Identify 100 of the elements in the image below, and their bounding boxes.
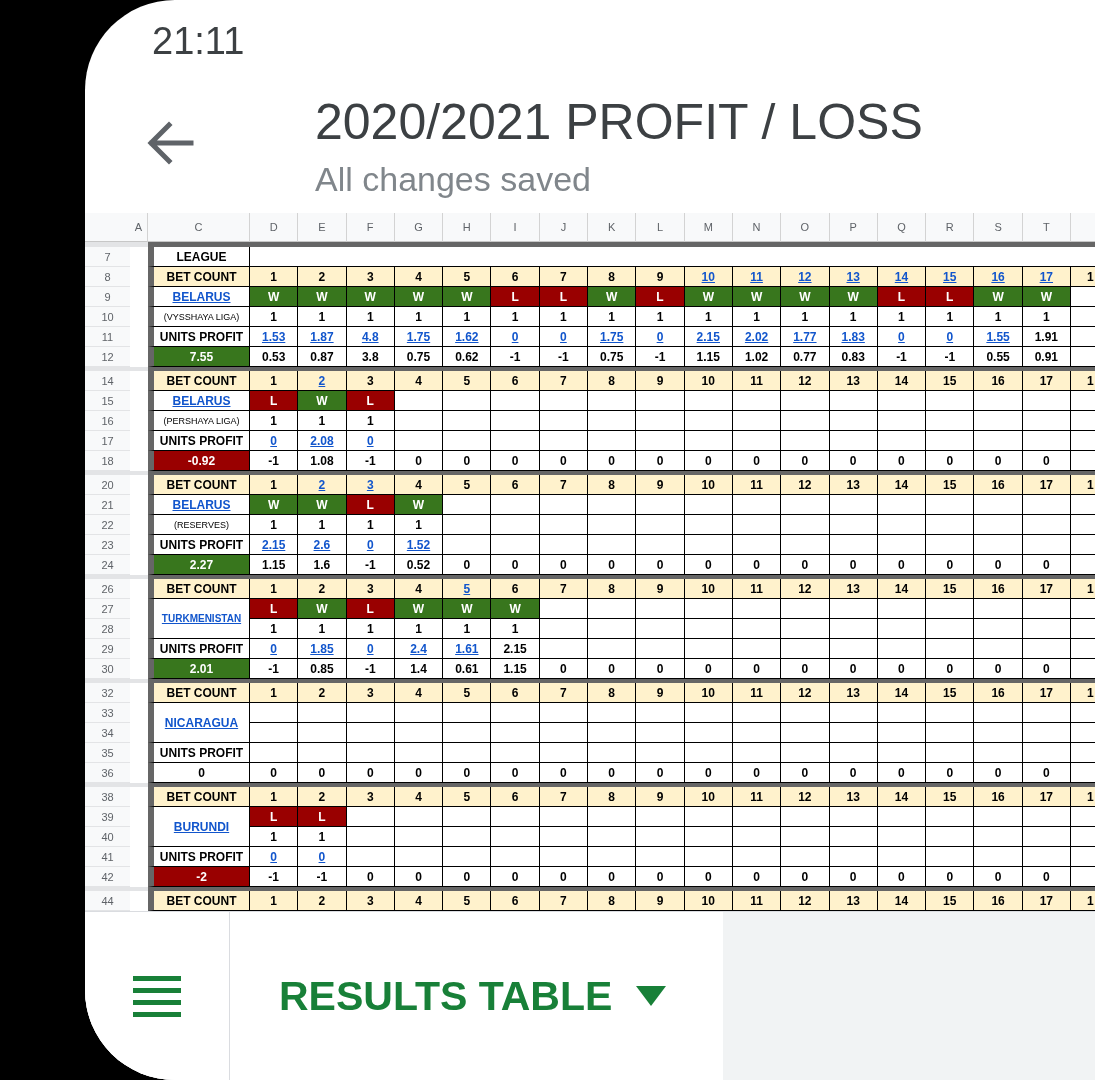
cell-link[interactable]: 1.75 xyxy=(406,329,431,344)
table-cell: 12 xyxy=(781,891,830,911)
cell-link[interactable]: 1.75 xyxy=(600,329,624,344)
cell-link[interactable]: 1.83 xyxy=(841,329,865,344)
row-number: 12 xyxy=(85,347,130,367)
table-cell: 0 xyxy=(684,867,733,887)
row-number: 10 xyxy=(85,307,130,327)
table-cell: 8 xyxy=(588,683,637,703)
table-cell: 0 xyxy=(974,867,1023,887)
cell-link[interactable]: 2.08 xyxy=(310,433,334,448)
cell-link[interactable]: 1.53 xyxy=(261,329,286,344)
cell-link[interactable]: 16 xyxy=(991,269,1005,284)
cell-link[interactable]: 2.6 xyxy=(313,537,331,552)
cell-link[interactable]: 2 xyxy=(318,373,326,388)
table-cell: 1 xyxy=(684,307,733,327)
table-cell xyxy=(588,847,637,867)
table-cell xyxy=(877,743,927,763)
table-cell xyxy=(1022,515,1071,535)
cell-link[interactable]: 1.85 xyxy=(310,641,334,656)
table-cell: 15 xyxy=(926,891,975,911)
table-cell: 8 xyxy=(588,787,637,807)
back-arrow-icon[interactable] xyxy=(146,120,194,166)
team-link[interactable]: NICARAGUA xyxy=(164,715,239,730)
row-number: 38 xyxy=(85,787,130,807)
result-cell: W xyxy=(394,599,444,619)
cell-link[interactable]: 0 xyxy=(270,849,277,864)
table-cell xyxy=(732,847,782,867)
cell-link[interactable]: 2 xyxy=(318,477,326,492)
cell-link[interactable]: 0 xyxy=(366,537,374,552)
row-number: 40 xyxy=(85,827,130,847)
table-cell xyxy=(346,807,395,827)
table-cell: 0.55 xyxy=(974,347,1023,367)
cell-link[interactable]: 0 xyxy=(270,433,277,448)
table-cell xyxy=(877,535,927,555)
cell-link[interactable]: 0 xyxy=(946,329,954,344)
table-cell: 0 xyxy=(974,763,1023,783)
cell-link[interactable]: 2.15 xyxy=(696,329,720,344)
cell-link[interactable]: 0 xyxy=(898,329,905,344)
cell-link[interactable]: 2.15 xyxy=(261,537,286,552)
team-link[interactable]: TURKMENISTAN xyxy=(161,611,242,626)
cell-link[interactable]: 1.87 xyxy=(310,329,334,344)
cell-link[interactable]: 0 xyxy=(366,641,374,656)
team-link[interactable]: BELARUS xyxy=(172,393,231,408)
cell-link[interactable]: 15 xyxy=(943,269,957,284)
table-cell xyxy=(926,807,975,827)
cell-link[interactable]: 0 xyxy=(511,329,519,344)
table-cell: 0 xyxy=(588,659,637,679)
team-link[interactable]: BELARUS xyxy=(172,289,231,304)
cell-link[interactable]: 14 xyxy=(894,269,909,284)
row-number: 23 xyxy=(85,535,130,555)
table-cell xyxy=(1022,619,1071,639)
cell-link[interactable]: 2.02 xyxy=(744,329,769,344)
menu-button[interactable] xyxy=(85,912,230,1080)
table-cell: 14 xyxy=(877,579,927,599)
cell-link[interactable]: 11 xyxy=(750,269,763,284)
sheet-tab[interactable]: RESULTS TABLE xyxy=(230,912,723,1080)
cell-link[interactable]: 12 xyxy=(798,269,812,284)
cell-link[interactable]: 2.4 xyxy=(410,641,427,656)
table-cell xyxy=(636,599,685,619)
cell-link[interactable]: 0 xyxy=(270,641,277,656)
cell-link[interactable]: 1.61 xyxy=(455,641,479,656)
table-cell xyxy=(877,703,927,723)
table-cell: 3 xyxy=(346,787,395,807)
table-cell: 12 xyxy=(781,787,830,807)
table-cell xyxy=(1022,703,1071,723)
table-cell: 10 xyxy=(684,475,733,495)
table-cell: 0.77 xyxy=(781,347,830,367)
table-cell xyxy=(926,703,975,723)
table-cell xyxy=(1022,411,1071,431)
cell-link[interactable]: 5 xyxy=(463,581,471,596)
table-cell: 0 xyxy=(781,763,830,783)
table-cell xyxy=(829,827,878,847)
table-cell xyxy=(636,723,685,743)
team-link[interactable]: BURUNDI xyxy=(173,819,230,834)
table-cell: 2 xyxy=(298,579,347,599)
cell-link[interactable]: 3 xyxy=(366,477,374,492)
table-cell xyxy=(974,391,1023,411)
cell-link[interactable]: 17 xyxy=(1039,269,1053,284)
team-link[interactable]: BELARUS xyxy=(172,497,231,512)
table-cell xyxy=(781,515,830,535)
cell-link[interactable]: 10 xyxy=(701,269,715,284)
cell-link[interactable]: 0 xyxy=(366,433,374,448)
result-cell: L xyxy=(491,287,540,307)
table-cell xyxy=(732,495,782,515)
table-cell: 0 xyxy=(829,555,878,575)
total-cell: 2.27 xyxy=(148,555,250,575)
cell-link[interactable]: 0 xyxy=(318,849,326,864)
result-cell: L xyxy=(346,599,395,619)
cell-link[interactable]: 4.8 xyxy=(361,329,379,344)
cell-link[interactable]: 1.62 xyxy=(455,329,479,344)
table-cell: 11 xyxy=(732,891,782,911)
cell-link[interactable]: 1.52 xyxy=(406,537,431,552)
cell-link[interactable]: 0 xyxy=(656,329,664,344)
cell-link[interactable]: 1.55 xyxy=(986,329,1010,344)
table-cell: 12 xyxy=(781,579,830,599)
cell-link[interactable]: 1.77 xyxy=(793,329,817,344)
cell-link[interactable]: 0 xyxy=(560,329,567,344)
table-cell xyxy=(974,807,1023,827)
table-cell: -1 xyxy=(926,347,975,367)
cell-link[interactable]: 13 xyxy=(846,269,860,284)
